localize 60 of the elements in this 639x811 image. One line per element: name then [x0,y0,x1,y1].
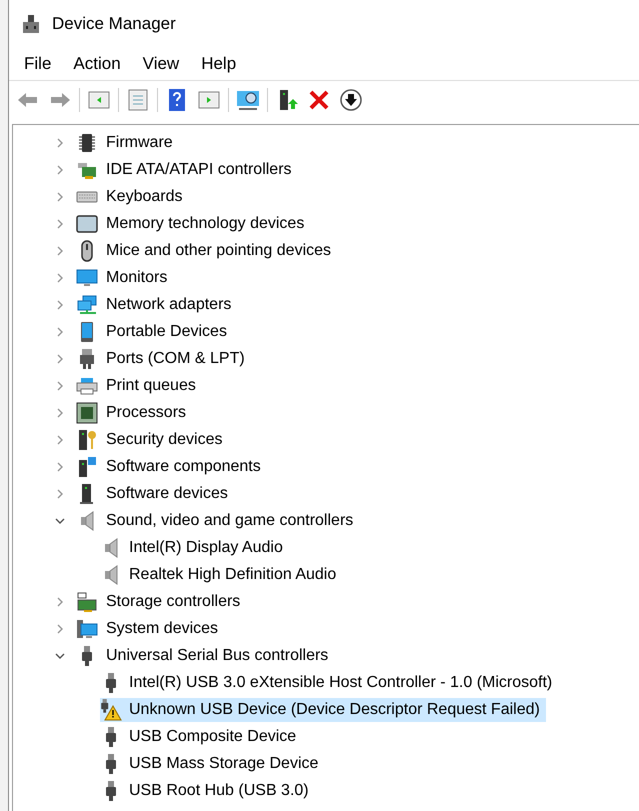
monitor-icon [76,266,98,288]
chevron-right-icon[interactable] [55,354,65,364]
system-icon [76,618,98,640]
tree-item[interactable]: Keyboards [13,183,639,210]
tree-item[interactable]: Software devices [13,480,639,507]
chevron-right-icon[interactable] [55,624,65,634]
chevron-right-icon[interactable] [55,408,65,418]
chevron-right-icon[interactable] [55,300,65,310]
tree-item[interactable]: Sound, video and game controllers [13,507,639,534]
tree-item[interactable]: Processors [13,399,639,426]
chevron-right-icon[interactable] [55,462,65,472]
tree-item[interactable]: USB Composite Device [100,724,302,748]
chevron-right-icon[interactable] [55,218,65,228]
tree-item[interactable]: Mice and other pointing devices [13,237,639,264]
tower-puzzle-icon [76,456,98,478]
processor-icon [76,402,98,424]
chevron-down-icon[interactable] [55,516,65,526]
chevron-right-icon[interactable] [55,380,65,390]
tree-item[interactable]: USB Root Hub (USB 3.0) [100,778,315,802]
warning-icon [100,698,122,720]
chevron-right-icon[interactable] [55,272,65,282]
tree-item[interactable]: Security devices [13,426,639,453]
window-title: Device Manager [52,13,176,36]
chip-icon [76,132,98,154]
tree-item[interactable]: Universal Serial Bus controllers [13,642,639,669]
menu-item[interactable]: View [142,51,180,77]
tree-item[interactable]: Firmware [13,129,639,156]
tree-item[interactable]: IDE ATA/ATAPI controllers [13,156,639,183]
storage-icon [76,590,98,612]
tree-item[interactable]: Print queues [13,372,639,399]
tree-item[interactable]: Unknown USB Device (Device Descriptor Request Failed) [100,698,546,722]
tree-item[interactable]: Network adapters [13,291,639,318]
menu-item[interactable]: Action [73,51,121,77]
tower-key-icon [76,428,98,450]
chevron-right-icon[interactable] [55,164,65,174]
chevron-right-icon[interactable] [55,326,65,336]
menu-item[interactable]: Help [201,51,236,77]
tree-item[interactable]: System devices [13,615,639,642]
chevron-down-icon[interactable] [55,650,65,660]
tree-item[interactable]: Monitors [13,264,639,291]
memory-icon [76,212,98,234]
tree-item[interactable]: Intel(R) USB 3.0 eXtensible Host Controller - 1.0 (Microsoft) [100,670,558,694]
tree-item[interactable]: Memory technology devices [13,210,639,237]
download-icon[interactable] [338,86,364,112]
menu-item[interactable]: File [24,51,52,77]
tree-item[interactable]: Ports (COM & LPT) [13,345,639,372]
tree-item[interactable]: Portable Devices [13,318,639,345]
tree-item[interactable]: Software components [13,453,639,480]
tree-item[interactable]: USB Mass Storage Device [100,752,324,776]
chevron-right-icon[interactable] [55,434,65,444]
chevron-right-icon[interactable] [55,596,65,606]
tree-item[interactable]: Realtek High Definition Audio [100,562,342,586]
chevron-right-icon[interactable] [55,138,65,148]
network-icon [76,294,98,316]
chevron-right-icon[interactable] [55,488,65,498]
chevron-right-icon[interactable] [55,192,65,202]
tree-item[interactable]: Intel(R) Display Audio [100,536,289,560]
tree-item[interactable]: Storage controllers [13,588,639,615]
app-icon [22,14,40,34]
chevron-right-icon[interactable] [55,246,65,256]
